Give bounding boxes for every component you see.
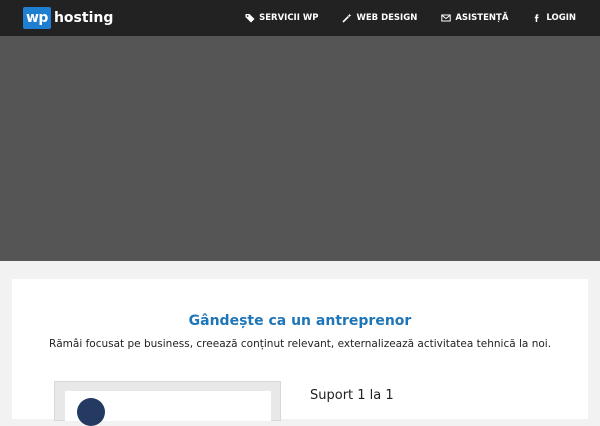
tags-icon (245, 13, 255, 23)
feature-image-frame (54, 381, 281, 426)
nav-item-asistenta[interactable]: ASISTENȚĂ (441, 13, 508, 23)
nav-item-login[interactable]: LOGIN (532, 13, 576, 23)
envelope-icon (441, 13, 452, 23)
main-nav: SERVICII WP WEB DESIGN ASISTENȚĂ LOGIN (245, 0, 600, 36)
nav-item-servicii-wp[interactable]: SERVICII WP (245, 13, 318, 23)
avatar (77, 398, 105, 426)
nav-label: ASISTENȚĂ (455, 13, 509, 23)
section-headline: Gândește ca un antreprenor (188, 313, 412, 329)
intro-section: Gândește ca un antreprenor Rămâi focusat… (12, 279, 588, 426)
nav-item-web-design[interactable]: WEB DESIGN (342, 13, 417, 23)
magic-wand-icon (342, 13, 352, 23)
feature-title: Suport 1 la 1 (310, 388, 394, 403)
nav-label: WEB DESIGN (356, 13, 418, 23)
hero-banner (0, 36, 600, 261)
nav-label: SERVICII WP (259, 13, 319, 23)
logo-badge: wp (23, 7, 51, 29)
logo-text: hosting (53, 10, 114, 26)
top-navigation-bar: wp hosting SERVICII WP WEB DESIGN ASISTE… (0, 0, 600, 36)
nav-label: LOGIN (546, 13, 576, 23)
feature-image (65, 391, 271, 426)
site-logo[interactable]: wp hosting (23, 7, 113, 29)
facebook-icon (532, 13, 542, 23)
section-subline: Rămâi focusat pe business, creează conți… (48, 338, 552, 350)
